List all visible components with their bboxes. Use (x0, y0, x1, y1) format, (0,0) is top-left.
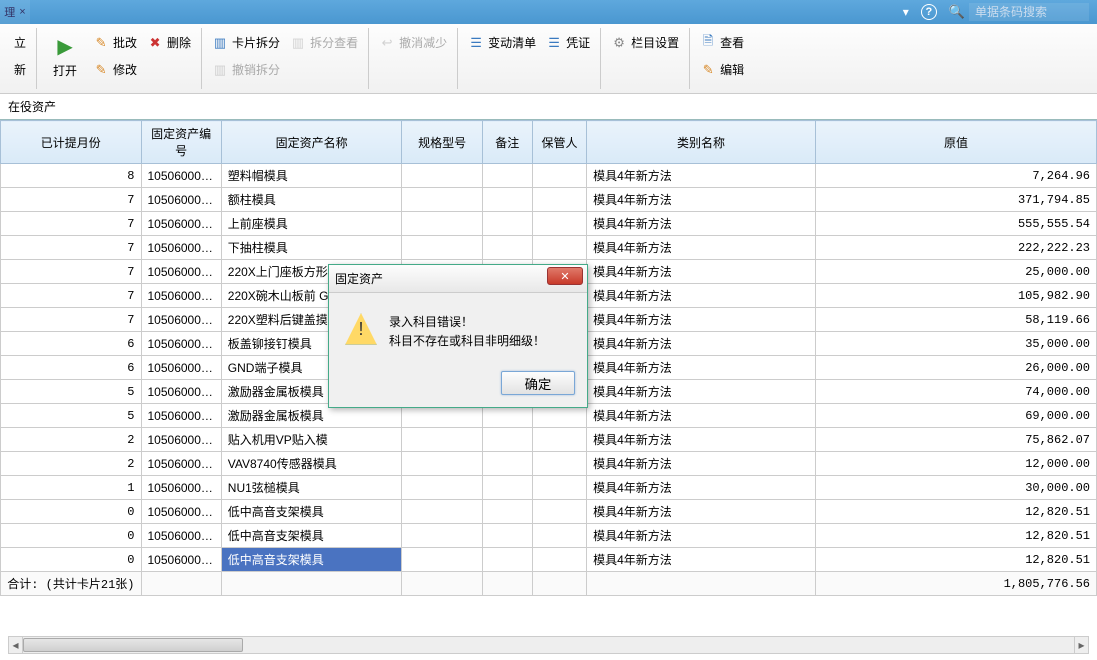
table-row[interactable]: 710506000007上前座模具模具4年新方法555,555.54 (1, 212, 1097, 236)
split-icon: ▥ (212, 35, 228, 51)
table-row[interactable]: 710506000006额柱模具模具4年新方法371,794.85 (1, 188, 1097, 212)
view-filter-label: 在役资产 (0, 94, 1097, 119)
table-row[interactable]: 210506000016贴入机用VP贴入模模具4年新方法75,862.07 (1, 428, 1097, 452)
horizontal-scrollbar[interactable]: ◂ ▸ (8, 636, 1089, 654)
scroll-right-icon[interactable]: ▸ (1074, 637, 1088, 653)
delete-button[interactable]: ✖删除 (145, 32, 193, 53)
open-icon: ▶ (51, 32, 79, 60)
barcode-search-input[interactable] (969, 3, 1089, 21)
col-spec[interactable]: 规格型号 (402, 121, 482, 164)
view-icon: 🗎 (700, 35, 716, 51)
dialog-message: 录入科目错误！ 科目不存在或科目非明细级！ (389, 313, 545, 351)
table-row[interactable]: 810506000005塑料帽模具模具4年新方法7,264.96 (1, 164, 1097, 188)
view-icon: ▥ (290, 35, 306, 51)
footer-label: 合计: (共计卡片21张) (1, 572, 142, 596)
dialog-ok-button[interactable]: 确定 (501, 371, 575, 395)
table-row[interactable]: 110506000018NU1弦槌模具模具4年新方法30,000.00 (1, 476, 1097, 500)
title-bar: 理 × ▾ ? 🔍 (0, 0, 1097, 24)
pencil-icon: ✎ (93, 35, 109, 51)
split-card-button[interactable]: ▥卡片拆分 (210, 32, 282, 53)
help-icon[interactable]: ? (921, 4, 937, 20)
table-header: 已计提月份 固定资产编号 固定资产名称 规格型号 备注 保管人 类别名称 原值 (1, 121, 1097, 164)
error-dialog: 固定资产 ✕ ! 录入科目错误！ 科目不存在或科目非明细级！ 确定 (328, 264, 588, 408)
col-depreciated-months[interactable]: 已计提月份 (1, 121, 142, 164)
edit-button[interactable]: ✎修改 (91, 59, 139, 80)
dialog-title-bar[interactable]: 固定资产 ✕ (329, 265, 587, 293)
table-row[interactable]: 010506000021低中高音支架模具模具4年新方法12,820.51 (1, 548, 1097, 572)
warning-icon: ! (345, 313, 377, 345)
table-row[interactable]: 010506000020低中高音支架模具模具4年新方法12,820.51 (1, 524, 1097, 548)
active-tab[interactable]: 理 × (0, 0, 30, 24)
ribbon-toolbar: 立 新 ▶ 打开 ✎批改 ✎修改 ✖删除 ▥卡片拆分 ▥撤销拆分 ▥拆分查看 ↩… (0, 24, 1097, 94)
search-icon[interactable]: 🔍 (949, 4, 965, 20)
undo-decrease-button[interactable]: ↩撤消减少 (377, 32, 449, 53)
pencil-icon: ✎ (93, 62, 109, 78)
list-icon: ☰ (468, 35, 484, 51)
table-row[interactable]: 710506000008下抽柱模具模具4年新方法222,222.23 (1, 236, 1097, 260)
col-asset-name[interactable]: 固定资产名称 (221, 121, 402, 164)
scroll-left-icon[interactable]: ◂ (9, 637, 23, 653)
close-icon[interactable]: × (19, 6, 25, 18)
btn-stub-2[interactable]: 新 (12, 59, 28, 80)
col-memo[interactable]: 备注 (482, 121, 532, 164)
view-button[interactable]: 🗎查看 (698, 32, 746, 53)
change-list-button[interactable]: ☰变动清单 (466, 32, 538, 53)
edit2-button[interactable]: ✎编辑 (698, 59, 746, 80)
undo-split-button[interactable]: ▥撤销拆分 (210, 59, 282, 80)
search-box: 🔍 (949, 3, 1089, 21)
pencil-icon: ✎ (700, 62, 716, 78)
column-setting-button[interactable]: ⚙栏目设置 (609, 32, 681, 53)
chevron-down-icon[interactable]: ▾ (903, 5, 909, 19)
undo-icon: ▥ (212, 62, 228, 78)
dialog-close-button[interactable]: ✕ (547, 267, 583, 285)
undo-decrease-icon: ↩ (379, 35, 395, 51)
scroll-thumb[interactable] (23, 638, 243, 652)
dialog-title: 固定资产 (335, 270, 383, 287)
col-asset-code[interactable]: 固定资产编号 (141, 121, 221, 164)
gear-icon: ⚙ (611, 35, 627, 51)
view-split-button[interactable]: ▥拆分查看 (288, 32, 360, 53)
table-row[interactable]: 010506000019低中高音支架模具模具4年新方法12,820.51 (1, 500, 1097, 524)
col-original-value[interactable]: 原值 (815, 121, 1096, 164)
table-footer-row: 合计: (共计卡片21张) 1,805,776.56 (1, 572, 1097, 596)
col-keeper[interactable]: 保管人 (532, 121, 586, 164)
delete-icon: ✖ (147, 35, 163, 51)
footer-total: 1,805,776.56 (815, 572, 1096, 596)
voucher-button[interactable]: ☰凭证 (544, 32, 592, 53)
voucher-icon: ☰ (546, 35, 562, 51)
col-category[interactable]: 类别名称 (587, 121, 816, 164)
open-button[interactable]: ▶ 打开 (45, 28, 85, 83)
batch-edit-button[interactable]: ✎批改 (91, 32, 139, 53)
table-row[interactable]: 210506000017VAV8740传感器模具模具4年新方法12,000.00 (1, 452, 1097, 476)
btn-stub-1[interactable]: 立 (12, 32, 28, 53)
